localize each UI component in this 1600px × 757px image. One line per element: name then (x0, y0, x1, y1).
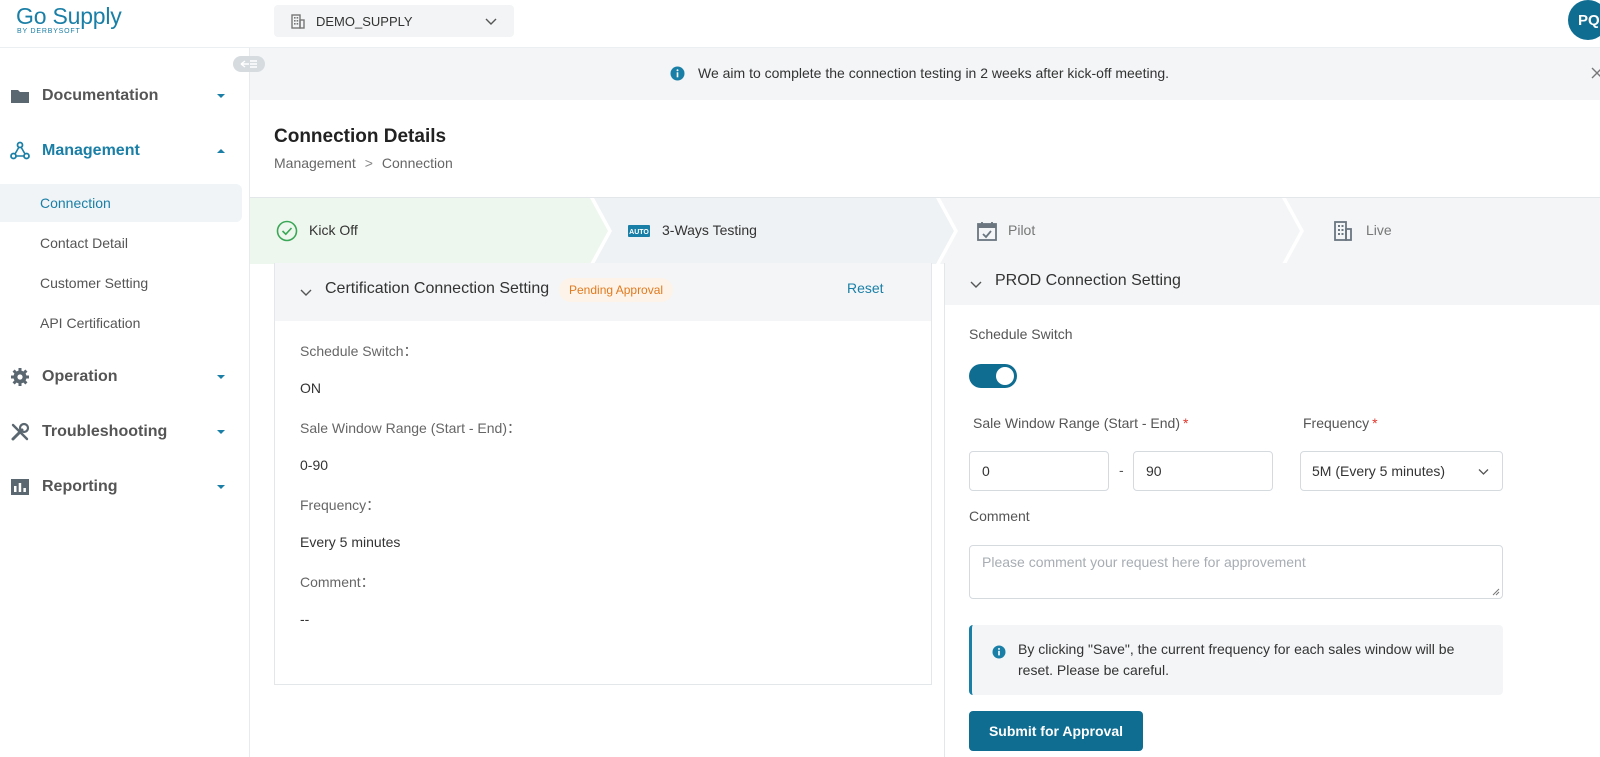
step-label: Kick Off (309, 222, 358, 238)
schedule-switch-toggle[interactable] (969, 364, 1017, 388)
calendar-check-icon (977, 222, 997, 241)
schedule-switch-value: ON (300, 380, 321, 396)
prod-card-header[interactable]: PROD Connection Setting (945, 263, 1600, 305)
frequency-label: Frequency * (1303, 415, 1378, 431)
caret-down-icon (217, 430, 225, 434)
sidebar-group-label: Management (42, 142, 140, 159)
supplier-select[interactable]: DEMO_SUPPLY (274, 5, 514, 37)
notice-text: We aim to complete the connection testin… (698, 65, 1170, 81)
brand-logo[interactable]: Go Supply BY DERBYSOFT (16, 2, 122, 35)
caret-up-icon (217, 149, 225, 153)
progress-stepper: Kick Off AUTO 3-Ways Testing Pilot Live (250, 197, 1600, 264)
sidebar-item-connection[interactable]: Connection (0, 184, 242, 222)
sale-window-start-input[interactable]: 0 (969, 451, 1109, 491)
breadcrumb-item-connection: Connection (381, 155, 453, 171)
sidebar-group-label: Reporting (42, 478, 118, 495)
sale-window-end-input[interactable]: 90 (1133, 451, 1273, 491)
caret-down-icon (217, 485, 225, 489)
certification-card-header[interactable]: Certification Connection Setting Pending… (275, 263, 931, 321)
submit-for-approval-button[interactable]: Submit for Approval (969, 711, 1143, 751)
svg-text:AUTO: AUTO (629, 229, 649, 236)
step-kick-off[interactable]: Kick Off (250, 198, 590, 263)
sidebar-group-label: Troubleshooting (42, 423, 168, 440)
chevron-down-icon[interactable] (299, 285, 313, 299)
chevron-down-icon (485, 18, 497, 25)
prod-card-title: PROD Connection Setting (995, 272, 1181, 289)
sidebar-group-label: Operation (42, 368, 118, 385)
sidebar-group-operation[interactable]: Operation (0, 357, 250, 397)
required-mark: * (1182, 415, 1189, 431)
sale-window-label: Sale Window Range (Start - End)： (300, 420, 521, 436)
step-3-ways-testing[interactable]: AUTO 3-Ways Testing (594, 198, 936, 263)
sidebar: Documentation Management Connection Cont… (0, 48, 250, 757)
resize-grip-icon[interactable] (1490, 586, 1500, 596)
schedule-switch-label: Schedule Switch： (300, 343, 418, 359)
frequency-select[interactable]: 5M (Every 5 minutes) (1300, 451, 1503, 491)
check-circle-icon (276, 220, 298, 242)
reset-link[interactable]: Reset (847, 280, 884, 296)
sidebar-group-management[interactable]: Management (0, 131, 250, 171)
notice-banner: We aim to complete the connection testin… (250, 48, 1600, 100)
avatar[interactable]: PQ (1568, 0, 1600, 40)
sale-window-label-text: Sale Window Range (Start - End) (973, 415, 1180, 431)
info-icon (670, 66, 685, 81)
toggle-knob (996, 367, 1014, 385)
comment-label: Comment (969, 508, 1030, 524)
collapse-icon (240, 60, 257, 68)
chevron-down-icon (1478, 469, 1489, 475)
sidebar-group-reporting[interactable]: Reporting (0, 467, 250, 507)
status-badge: Pending Approval (559, 278, 674, 302)
certification-setting-card: Certification Connection Setting Pending… (274, 263, 932, 685)
sidebar-group-label: Documentation (42, 87, 159, 104)
required-mark: * (1372, 415, 1378, 431)
alert-text: By clicking "Save", the current frequenc… (1018, 641, 1455, 678)
comment-value: -- (300, 611, 310, 627)
sidebar-item-contact-detail[interactable]: Contact Detail (0, 224, 242, 262)
page-title: Connection Details (274, 126, 447, 147)
chevron-down-icon[interactable] (969, 277, 983, 291)
step-label: Live (1366, 222, 1392, 238)
caret-down-icon (217, 94, 225, 98)
supplier-name: DEMO_SUPPLY (316, 13, 413, 29)
breadcrumb: Management > Connection (274, 155, 453, 171)
gear-icon (11, 368, 29, 386)
save-warning-alert: By clicking "Save", the current frequenc… (969, 625, 1503, 695)
sidebar-collapse-handle[interactable] (233, 56, 265, 72)
sale-window-label: Sale Window Range (Start - End) * (973, 415, 1188, 431)
tools-icon (11, 422, 30, 441)
frequency-label: Frequency： (300, 497, 381, 513)
sidebar-item-api-certification[interactable]: API Certification (0, 304, 242, 342)
sidebar-item-customer-setting[interactable]: Customer Setting (0, 264, 242, 302)
step-label: 3-Ways Testing (662, 222, 757, 238)
step-live[interactable]: Live (1286, 198, 1600, 263)
info-icon (992, 645, 1006, 659)
comment-label: Comment： (300, 574, 375, 590)
building-icon (291, 14, 305, 29)
frequency-selected-value: 5M (Every 5 minutes) (1312, 463, 1446, 479)
folder-icon (11, 90, 29, 103)
prod-setting-card: PROD Connection Setting Schedule Switch … (944, 263, 1600, 757)
auto-icon: AUTO (628, 225, 650, 237)
comment-textarea[interactable]: Please comment your request here for app… (969, 545, 1503, 599)
step-pilot[interactable]: Pilot (940, 198, 1282, 263)
brand-name: Go Supply (16, 3, 122, 29)
breadcrumb-item-management[interactable]: Management (274, 155, 356, 171)
range-dash: - (1119, 462, 1124, 478)
caret-down-icon (217, 375, 225, 379)
sidebar-group-troubleshooting[interactable]: Troubleshooting (0, 412, 250, 452)
frequency-label-text: Frequency (1303, 415, 1370, 431)
schedule-switch-label: Schedule Switch (969, 326, 1073, 342)
close-icon[interactable] (1590, 66, 1600, 80)
comment-placeholder: Please comment your request here for app… (982, 554, 1306, 570)
network-icon (10, 141, 30, 160)
sidebar-group-documentation[interactable]: Documentation (0, 76, 250, 116)
breadcrumb-separator: > (364, 155, 373, 171)
building-icon (1334, 221, 1352, 241)
frequency-value: Every 5 minutes (300, 534, 401, 550)
step-label: Pilot (1008, 222, 1036, 238)
sale-window-value: 0-90 (300, 457, 329, 473)
chart-icon (11, 479, 29, 495)
top-bar: Go Supply BY DERBYSOFT DEMO_SUPPLY PQ (0, 0, 1600, 48)
certification-card-title: Certification Connection Setting (325, 280, 550, 297)
